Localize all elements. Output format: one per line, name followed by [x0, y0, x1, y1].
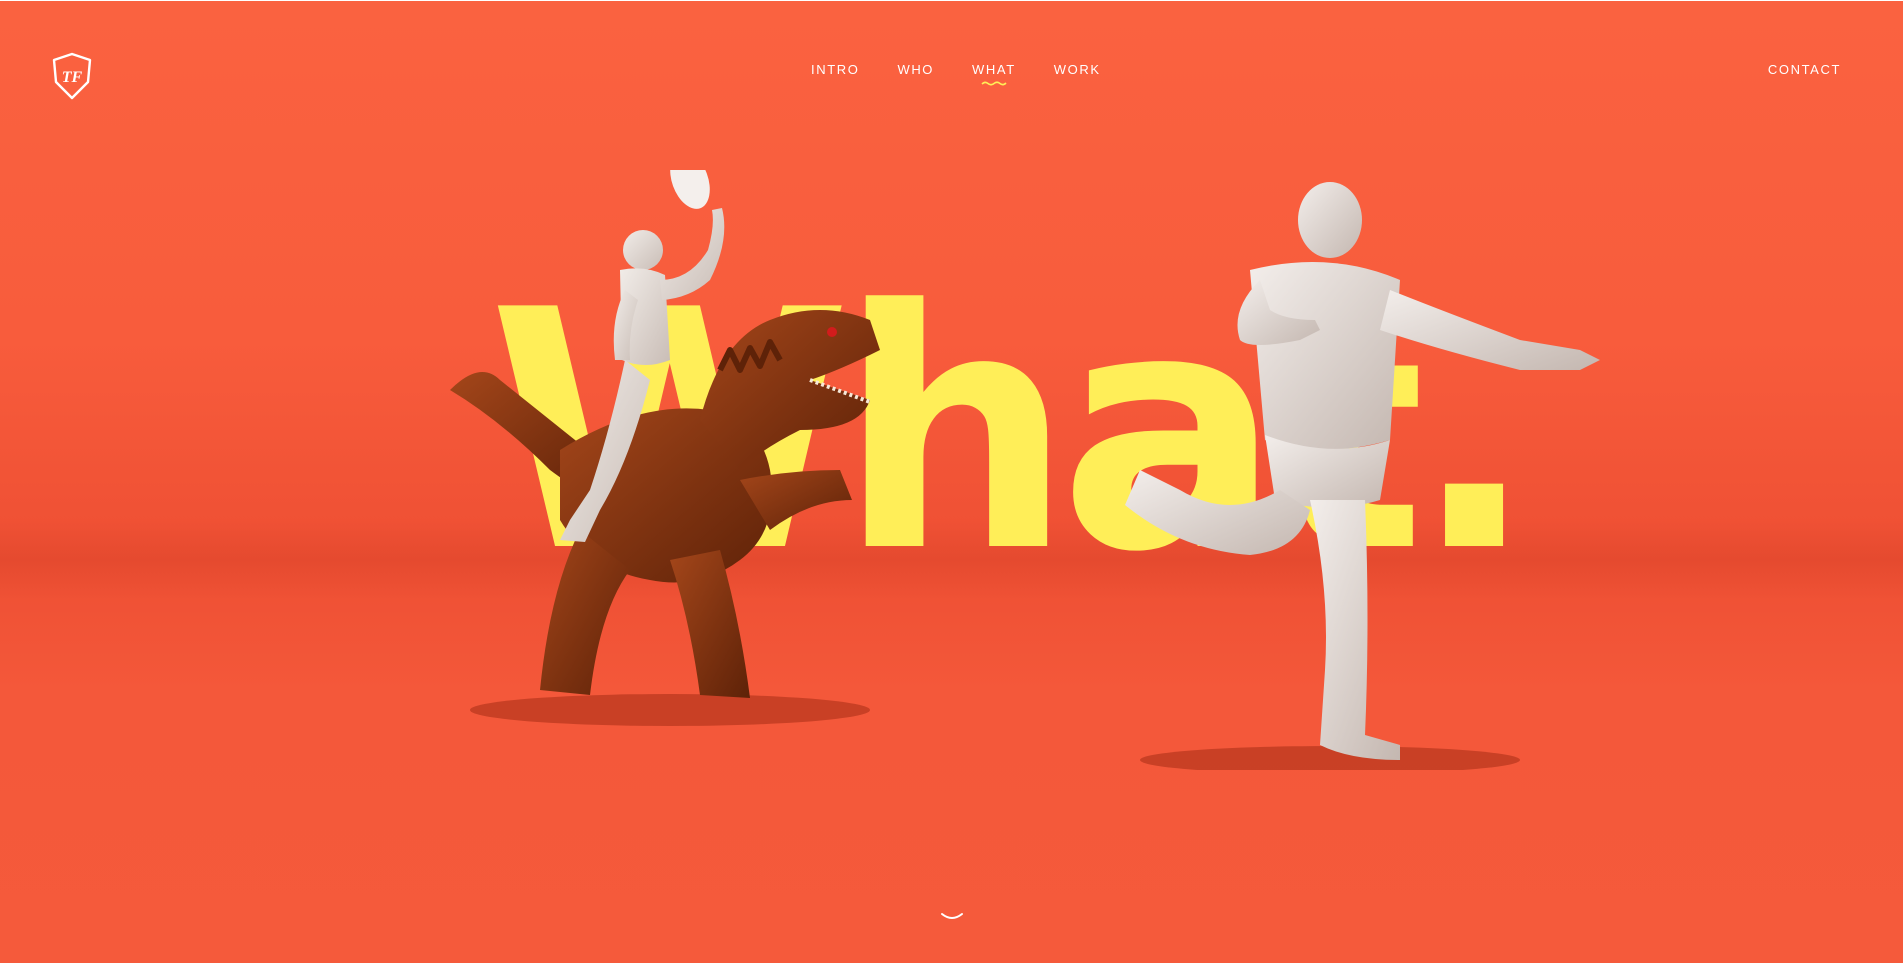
- nav-item-label: WHO: [897, 62, 935, 77]
- nav-item-label: WORK: [1053, 62, 1101, 77]
- nav-item-work[interactable]: WORK: [1054, 62, 1101, 77]
- contact-link[interactable]: CONTACT: [1768, 62, 1841, 77]
- logo-text: TF: [62, 69, 83, 86]
- page-background: TF INTRO WHO WHAT WORK CONTACT What.: [0, 0, 1903, 963]
- top-border: [0, 0, 1903, 1]
- logo-icon[interactable]: TF: [50, 52, 94, 100]
- shield-logo-icon: TF: [52, 52, 92, 100]
- dinosaur-rider-illustration: [450, 170, 880, 726]
- nav-item-label: WHAT: [972, 62, 1016, 77]
- nav-item-who[interactable]: WHO: [897, 62, 934, 77]
- running-man-illustration: [1125, 182, 1600, 770]
- nav-item-label: INTRO: [811, 62, 860, 77]
- nav-item-intro[interactable]: INTRO: [811, 62, 859, 77]
- nav-item-what[interactable]: WHAT: [972, 62, 1016, 86]
- squiggle-underline-icon: [981, 81, 1007, 86]
- chevron-down-icon[interactable]: [939, 910, 965, 924]
- main-nav: INTRO WHO WHAT WORK: [811, 62, 1101, 86]
